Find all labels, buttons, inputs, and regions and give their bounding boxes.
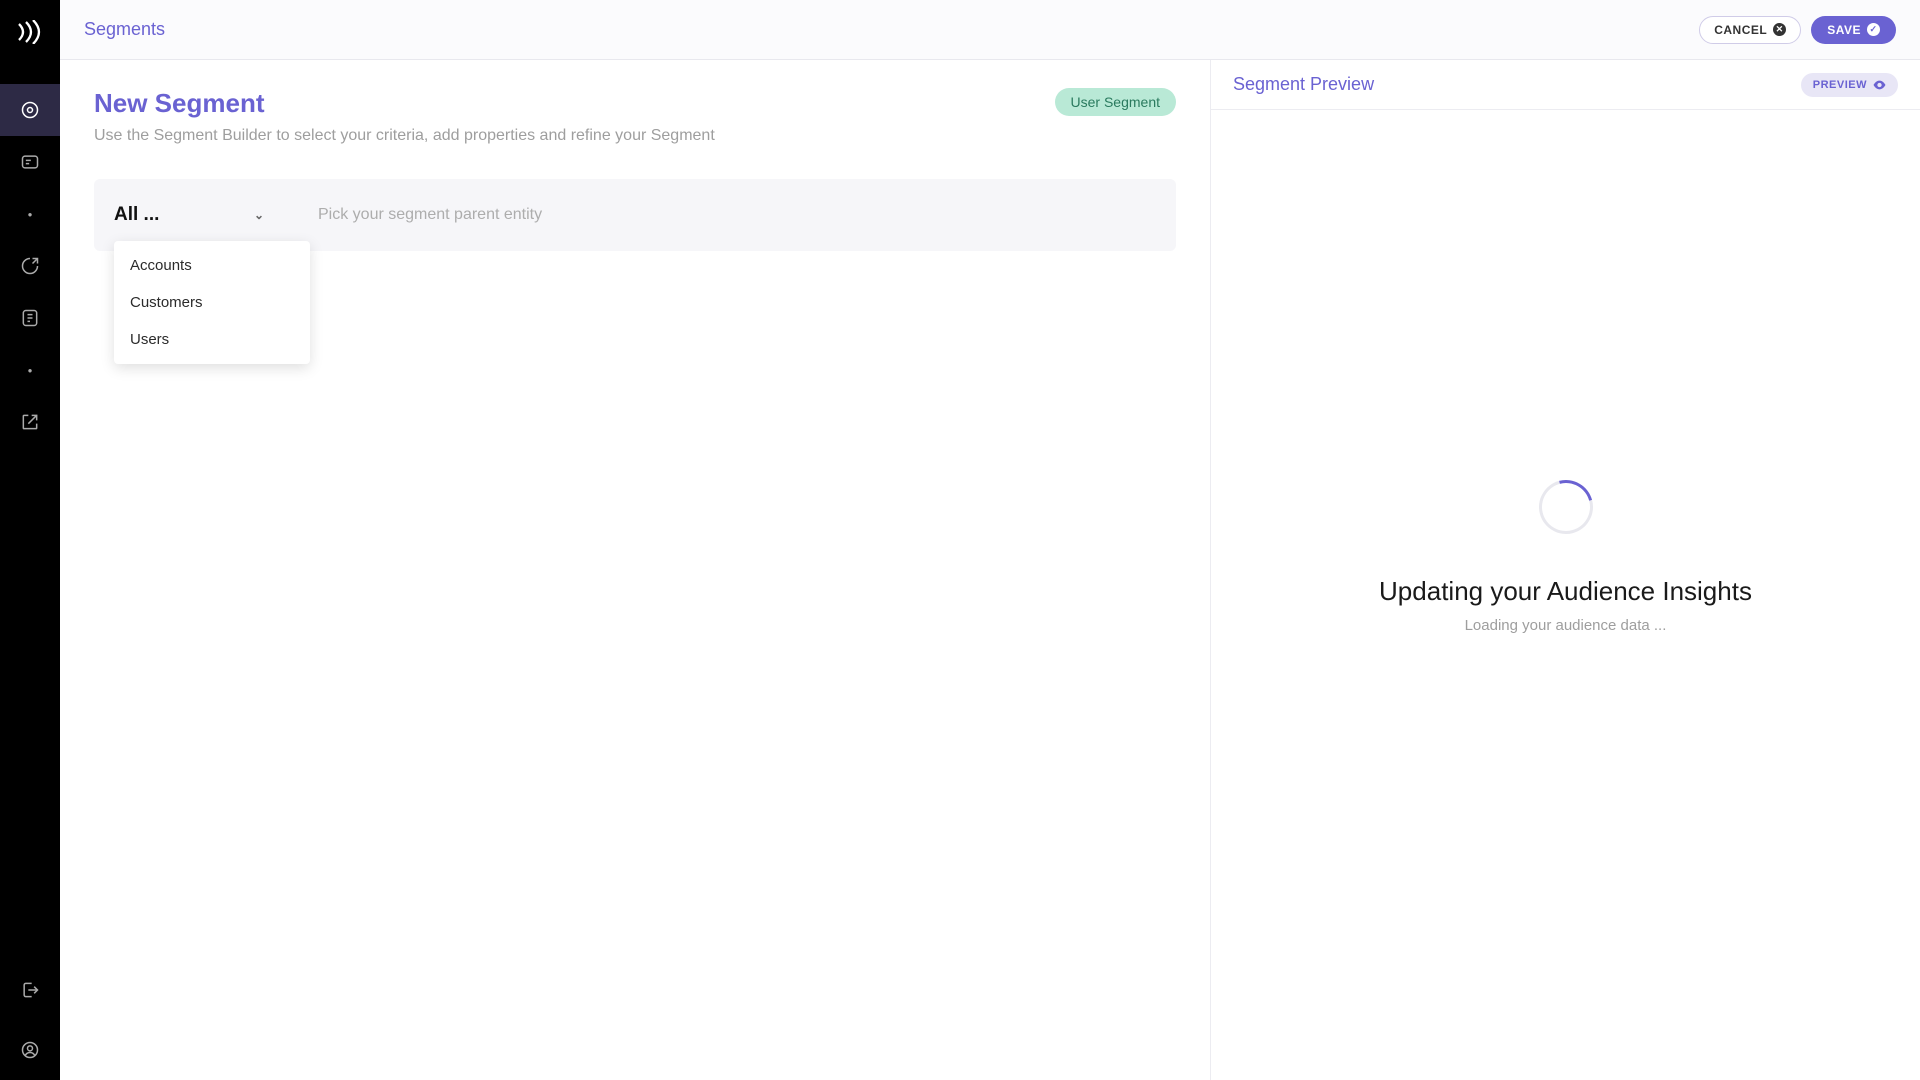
nav-logout[interactable] xyxy=(0,960,60,1020)
cancel-button[interactable]: CANCEL ✕ xyxy=(1699,16,1801,44)
entity-hint: Pick your segment parent entity xyxy=(318,206,542,224)
preview-button-label: PREVIEW xyxy=(1813,79,1867,91)
save-label: SAVE xyxy=(1827,23,1861,37)
loading-spinner xyxy=(1529,470,1603,544)
segment-type-chip: User Segment xyxy=(1055,88,1176,116)
builder-row: All ... ⌄ Pick your segment parent entit… xyxy=(94,179,1176,251)
loading-subtitle: Loading your audience data ... xyxy=(1465,617,1667,634)
cancel-label: CANCEL xyxy=(1714,23,1767,37)
nav-item-2[interactable] xyxy=(0,136,60,188)
nav-dot-2[interactable]: ● xyxy=(0,344,60,396)
editor-panel: New Segment Use the Segment Builder to s… xyxy=(60,60,1210,1080)
nav-item-3[interactable] xyxy=(0,240,60,292)
save-button[interactable]: SAVE ✓ xyxy=(1811,16,1896,44)
sidebar: ● ● xyxy=(0,0,60,1080)
check-icon: ✓ xyxy=(1867,23,1880,36)
preview-panel: Segment Preview PREVIEW Updating your Au… xyxy=(1210,60,1920,1080)
entity-option-customers[interactable]: Customers xyxy=(114,284,310,321)
nav-dot-1[interactable]: ● xyxy=(0,188,60,240)
nav-item-4[interactable] xyxy=(0,292,60,344)
page-title: New Segment xyxy=(94,88,715,119)
preview-button[interactable]: PREVIEW xyxy=(1801,73,1898,97)
nav-item-5[interactable] xyxy=(0,396,60,448)
entity-selected-value: All ... xyxy=(114,204,159,226)
chevron-down-icon: ⌄ xyxy=(254,208,264,222)
app-logo xyxy=(17,20,43,44)
topbar: Segments CANCEL ✕ SAVE ✓ xyxy=(60,0,1920,60)
entity-option-users[interactable]: Users xyxy=(114,321,310,358)
entity-option-accounts[interactable]: Accounts xyxy=(114,247,310,284)
close-icon: ✕ xyxy=(1773,23,1786,36)
eye-icon xyxy=(1873,80,1886,90)
nav-account[interactable] xyxy=(0,1020,60,1080)
nav-segments[interactable] xyxy=(0,84,60,136)
entity-select[interactable]: All ... ⌄ xyxy=(114,204,264,226)
breadcrumb[interactable]: Segments xyxy=(84,19,165,40)
loading-title: Updating your Audience Insights xyxy=(1379,576,1752,607)
preview-title: Segment Preview xyxy=(1233,74,1374,95)
page-subtitle: Use the Segment Builder to select your c… xyxy=(94,127,715,145)
entity-dropdown: Accounts Customers Users xyxy=(114,241,310,364)
